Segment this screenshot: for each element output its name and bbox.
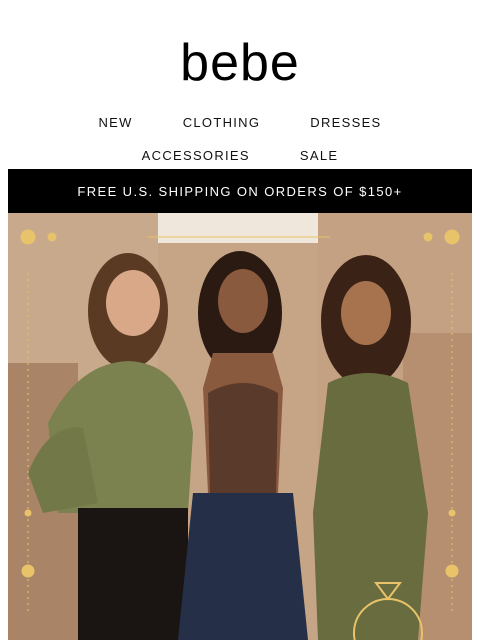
main-nav-row-2: ACCESSORIES SALE: [0, 148, 480, 163]
nav-accessories[interactable]: ACCESSORIES: [142, 148, 250, 163]
hero-image[interactable]: [8, 213, 472, 640]
nav-clothing[interactable]: CLOTHING: [183, 115, 261, 130]
nav-dresses[interactable]: DRESSES: [310, 115, 381, 130]
nav-sale[interactable]: SALE: [300, 148, 338, 163]
nav-new[interactable]: NEW: [98, 115, 132, 130]
main-nav-row-1: NEW CLOTHING DRESSES: [0, 115, 480, 130]
hero-illustration: [8, 213, 472, 640]
shipping-promo-banner[interactable]: FREE U.S. SHIPPING ON ORDERS OF $150+: [8, 169, 472, 213]
brand-logo[interactable]: bebe: [0, 36, 480, 90]
